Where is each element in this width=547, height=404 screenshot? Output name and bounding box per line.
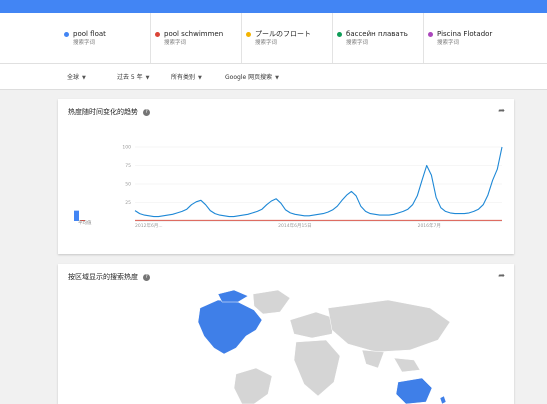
category-filter-label: 所有类别 (171, 74, 196, 81)
x-tick-label: 2014年6月15日 (278, 222, 312, 229)
series-dot (246, 32, 251, 37)
chevron-down-icon: ▼ (198, 75, 202, 81)
south-asia-region (361, 349, 385, 369)
term-type: 搜索字词 (255, 40, 278, 46)
top-bar (0, 0, 547, 13)
terms-row: pool float 搜索字词 pool schwimmen 搜索字词 プールの… (0, 13, 547, 64)
term-name: Piscina Flotador (437, 30, 493, 38)
region-filter-label: 全球 (67, 74, 80, 81)
filters-row: 全球 ▼ 过去 5 年 ▼ 所有类别 ▼ Google 网页搜索 ▼ (0, 64, 547, 90)
new-zealand-region (439, 395, 447, 404)
average-label: 平均值 (78, 221, 92, 226)
y-tick-label: 25 (125, 200, 131, 206)
chevron-down-icon: ▼ (82, 75, 86, 81)
series-dot (428, 32, 433, 37)
interest-over-time-card: 热度随时间变化的趋势? ➦ 100 75 50 25 2012年6月... 2014年6月… (58, 99, 514, 254)
term-type: 搜索字词 (73, 40, 96, 46)
series-dot (155, 32, 160, 37)
canada-arctic-region (217, 289, 249, 303)
property-filter[interactable]: Google 网页搜索 ▼ (225, 72, 279, 81)
region-filter[interactable]: 全球 ▼ (67, 72, 86, 81)
chevron-down-icon: ▼ (145, 75, 150, 81)
term-name: プールのフロート (255, 30, 311, 38)
y-tick-label: 75 (125, 163, 131, 169)
term-russian[interactable]: бассейн плавать 搜索字词 (333, 13, 424, 63)
interest-by-region-card: 按区域显示的搜索热度? ➦ (58, 264, 514, 404)
category-filter[interactable]: 所有类别 ▼ (171, 72, 202, 81)
term-name: pool float (73, 30, 106, 38)
chevron-down-icon: ▼ (275, 75, 279, 81)
term-type: 搜索字词 (437, 40, 460, 46)
term-portuguese[interactable]: Piscina Flotador 搜索字词 (424, 13, 514, 63)
africa-region (293, 339, 341, 397)
property-filter-label: Google 网页搜索 (225, 74, 273, 81)
term-type: 搜索字词 (346, 40, 369, 46)
series-dot (64, 32, 69, 37)
southeast-asia-region (393, 357, 421, 373)
time-filter[interactable]: 过去 5 年 ▼ (117, 72, 150, 81)
trend-chart: 100 75 50 25 2012年6月... 2014年6月15日 2016年7月 (74, 145, 503, 229)
world-map[interactable] (58, 264, 514, 404)
term-japanese[interactable]: プールのフロート 搜索字词 (242, 13, 333, 63)
term-pool-schwimmen[interactable]: pool schwimmen 搜索字词 (151, 13, 242, 63)
x-tick-label: 2012年6月... (135, 222, 163, 229)
term-type: 搜索字词 (164, 40, 187, 46)
europe-region (289, 311, 335, 339)
australia-region (395, 377, 433, 404)
series-dot (337, 32, 342, 37)
x-tick-label: 2016年7月 (418, 222, 441, 229)
time-filter-label: 过去 5 年 (117, 74, 143, 81)
asia-region (327, 299, 451, 353)
y-tick-label: 100 (122, 145, 131, 151)
south-america-region (233, 367, 273, 404)
term-pool-float[interactable]: pool float 搜索字词 (60, 13, 151, 63)
term-name: бассейн плавать (346, 30, 408, 38)
north-america-region (197, 299, 263, 355)
series-line-pool-float (134, 146, 503, 218)
greenland-region (252, 289, 291, 315)
y-tick-label: 50 (125, 182, 131, 188)
term-name: pool schwimmen (164, 30, 224, 38)
